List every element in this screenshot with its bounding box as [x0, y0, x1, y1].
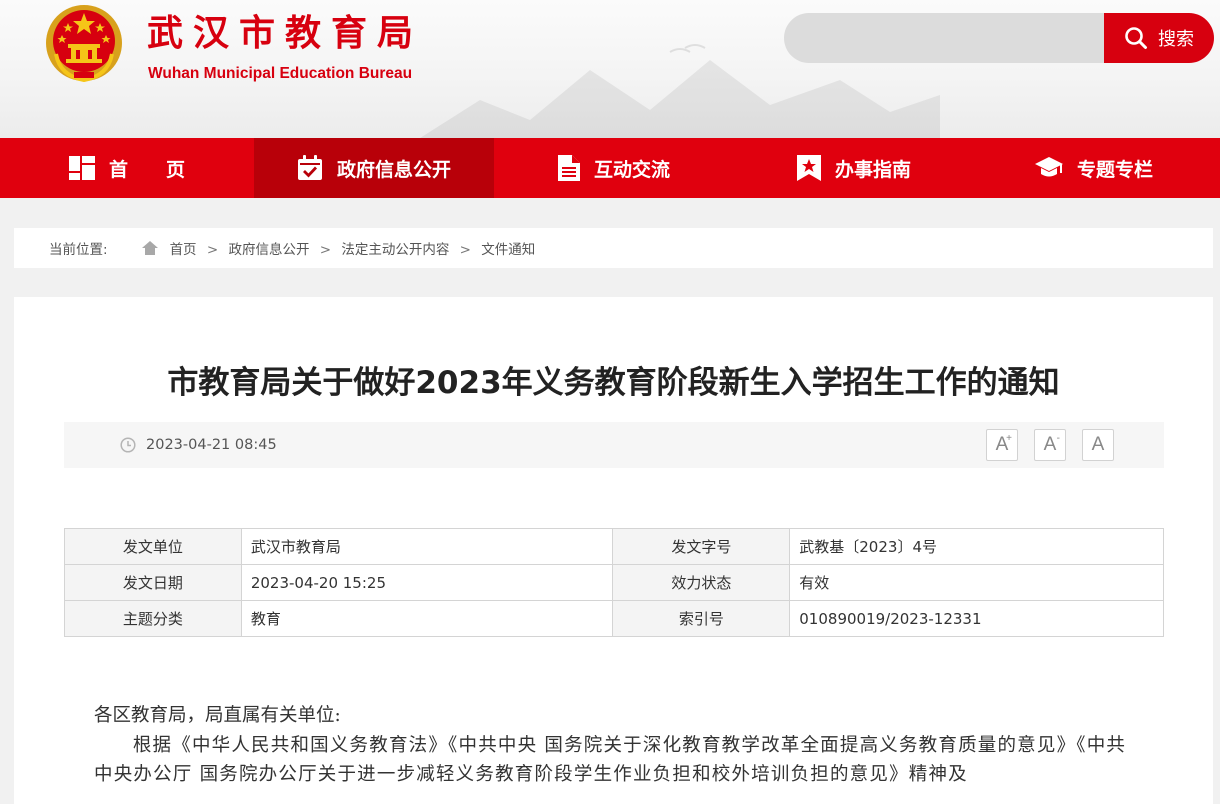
- nav-item-interaction[interactable]: 互动交流: [494, 138, 734, 198]
- info-key: 索引号: [612, 600, 791, 637]
- article-salutation: 各区教育局，局直属有关单位:: [94, 705, 341, 726]
- info-key: 效力状态: [612, 564, 791, 601]
- info-value: 武教基〔2023〕4号: [789, 528, 1164, 565]
- font-size-controls: A + A- A: [986, 429, 1114, 461]
- national-emblem-icon: [46, 5, 122, 83]
- nav-item-topics[interactable]: 专题专栏: [974, 138, 1214, 198]
- font-decrease-button[interactable]: A-: [1034, 429, 1066, 461]
- breadcrumb-link-home[interactable]: 首页: [170, 242, 197, 258]
- nav-item-label: 首页: [108, 158, 223, 181]
- nav-item-label: 专题专栏: [1076, 158, 1153, 181]
- breadcrumb-separator: >: [206, 242, 219, 258]
- info-key: 发文字号: [612, 528, 791, 565]
- breadcrumb: 当前位置: 首页 > 政府信息公开 > 法定主动公开内容 > 文件通知: [14, 228, 1213, 268]
- font-reset-button[interactable]: A: [1082, 429, 1114, 461]
- publish-date: 2023-04-21 08:45: [120, 422, 277, 468]
- graduation-cap-icon: [1034, 157, 1063, 177]
- calendar-check-icon: [297, 155, 322, 180]
- article-paragraph: 根据《中华人民共和国义务教育法》《中共中央 国务院关于深化教育教学改革全面提高义…: [94, 734, 1127, 786]
- search-button-label: 搜索: [1158, 29, 1194, 50]
- clock-icon: [120, 437, 136, 453]
- search-button[interactable]: 搜索: [1104, 13, 1214, 63]
- breadcrumb-link-gov-info[interactable]: 政府信息公开: [228, 242, 309, 258]
- article-meta-bar: 2023-04-21 08:45 A + A- A: [64, 422, 1164, 468]
- info-key: 发文单位: [64, 528, 242, 565]
- breadcrumb-link-statutory[interactable]: 法定主动公开内容: [341, 242, 449, 258]
- bookmark-star-icon: [796, 155, 821, 181]
- table-row: 主题分类 教育 索引号 010890019/2023-12331: [64, 600, 1164, 637]
- nav-item-home[interactable]: 首页: [0, 138, 254, 198]
- info-value: 2023-04-20 15:25: [240, 564, 614, 601]
- document-icon: [557, 155, 580, 181]
- info-value: 武汉市教育局: [240, 528, 614, 565]
- search-icon: [1125, 27, 1147, 49]
- info-value: 010890019/2023-12331: [789, 600, 1164, 637]
- breadcrumb-separator: >: [459, 242, 471, 258]
- breadcrumb-separator: >: [319, 242, 332, 258]
- nav-item-guide[interactable]: 办事指南: [734, 138, 974, 198]
- search-box: 搜索: [784, 13, 1214, 63]
- font-increase-button[interactable]: A +: [986, 429, 1018, 461]
- info-value: 有效: [789, 564, 1164, 601]
- site-subtitle: Wuhan Municipal Education Bureau: [148, 65, 413, 82]
- nav-item-label: 办事指南: [834, 158, 911, 181]
- publish-date-text: 2023-04-21 08:45: [146, 437, 277, 453]
- search-input[interactable]: [784, 13, 1104, 63]
- document-info-table: 发文单位 武汉市教育局 发文字号 武教基〔2023〕4号 发文日期 2023-0…: [64, 528, 1164, 637]
- table-row: 发文日期 2023-04-20 15:25 效力状态 有效: [64, 564, 1164, 601]
- info-key: 主题分类: [64, 600, 242, 637]
- nav-item-label: 政府信息公开: [336, 158, 451, 181]
- info-key: 发文日期: [64, 564, 242, 601]
- breadcrumb-label: 当前位置:: [49, 242, 108, 258]
- article-body: 各区教育局，局直属有关单位: 根据《中华人民共和国义务教育法》《中共中央 国务院…: [94, 701, 1144, 790]
- article-title: 市教育局关于做好2023年义务教育阶段新生入学招生工作的通知: [167, 365, 1060, 401]
- info-value: 教育: [240, 600, 614, 637]
- breadcrumb-link-notices[interactable]: 文件通知: [481, 242, 535, 258]
- home-icon: [141, 241, 158, 255]
- dashboard-icon: [68, 156, 95, 180]
- article-panel: 市教育局关于做好2023年义务教育阶段新生入学招生工作的通知 2023-04-2…: [14, 297, 1213, 804]
- nav-item-label: 互动交流: [593, 158, 670, 181]
- site-title: 武汉市教育局: [147, 13, 424, 54]
- site-header: 武汉市教育局 Wuhan Municipal Education Bureau …: [0, 0, 1220, 138]
- nav-item-gov-info[interactable]: 政府信息公开: [254, 138, 494, 198]
- main-nav: 首页 政府信息公开 互动交流 办事指南 专题专栏: [0, 138, 1220, 198]
- table-row: 发文单位 武汉市教育局 发文字号 武教基〔2023〕4号: [64, 528, 1164, 565]
